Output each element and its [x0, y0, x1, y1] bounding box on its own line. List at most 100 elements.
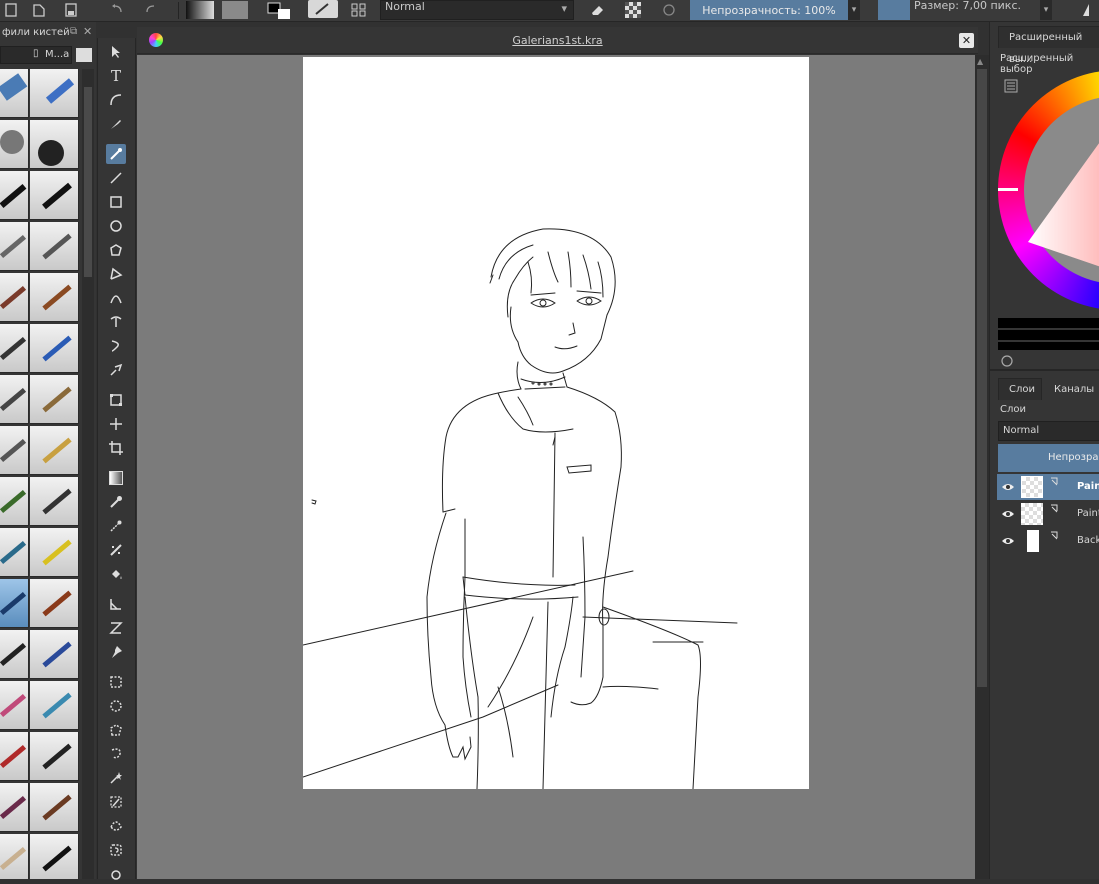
move-tool-icon[interactable] — [106, 414, 126, 434]
color-picker-tool-icon[interactable] — [106, 492, 126, 512]
brush-preset[interactable] — [30, 579, 79, 628]
visibility-eye-icon[interactable] — [1001, 480, 1015, 494]
visibility-eye-icon[interactable] — [1001, 534, 1015, 548]
pattern-selector-icon[interactable] — [220, 0, 250, 20]
undo-icon[interactable] — [108, 0, 126, 20]
tag-filter-select[interactable]: ▯ М...а — [0, 46, 72, 64]
color-wheel-selector[interactable] — [998, 70, 1099, 316]
gradient-tool-icon[interactable] — [106, 468, 126, 488]
rectangular-selection-icon[interactable] — [106, 672, 126, 692]
brush-preset[interactable] — [0, 273, 29, 322]
fill-tool-icon[interactable] — [106, 564, 126, 584]
open-document-icon[interactable] — [30, 0, 48, 20]
layer-opacity-slider[interactable]: Непрозрач — [998, 444, 1099, 472]
bezier-tool-icon[interactable] — [106, 288, 126, 308]
brush-preset[interactable] — [30, 783, 79, 832]
similar-selection-icon[interactable] — [106, 792, 126, 812]
size-spin-icon[interactable]: ▾ — [1040, 0, 1052, 20]
blend-mode-select[interactable]: Normal ▾ — [380, 0, 574, 20]
layer-blend-mode-select[interactable]: Normal — [998, 421, 1099, 441]
rectangle-tool-icon[interactable] — [106, 192, 126, 212]
edit-shapes-tool-icon[interactable] — [106, 90, 126, 110]
brush-preset[interactable] — [0, 630, 29, 679]
brush-preset[interactable] — [0, 375, 29, 424]
size-slider-fill[interactable] — [878, 0, 910, 20]
brush-preset[interactable] — [0, 834, 29, 879]
redo-icon[interactable] — [142, 0, 160, 20]
brush-preset[interactable] — [30, 120, 79, 169]
magnetic-selection-icon[interactable] — [106, 840, 126, 860]
canvas-paper[interactable] — [303, 57, 809, 789]
brush-preset[interactable] — [30, 732, 79, 781]
polyline-tool-icon[interactable] — [106, 264, 126, 284]
close-icon[interactable]: ✕ — [83, 25, 92, 38]
inherit-alpha-icon[interactable] — [1049, 503, 1061, 515]
freehand-path-tool-icon[interactable] — [106, 312, 126, 332]
line-tool-icon[interactable] — [106, 168, 126, 188]
brush-preset[interactable] — [30, 69, 79, 118]
brush-preset[interactable] — [0, 732, 29, 781]
color-common-bar[interactable] — [998, 330, 1099, 340]
brush-preset[interactable] — [30, 834, 79, 879]
opacity-spin-icon[interactable]: ▾ — [848, 0, 860, 20]
freehand-selection-icon[interactable] — [106, 744, 126, 764]
bezier-selection-icon[interactable] — [106, 816, 126, 836]
brush-preset-selected[interactable] — [0, 579, 29, 628]
ellipse-tool-icon[interactable] — [106, 216, 126, 236]
brush-preset[interactable] — [0, 171, 29, 220]
brush-preset[interactable] — [0, 783, 29, 832]
inherit-alpha-icon[interactable] — [1049, 476, 1061, 488]
reload-preset-icon[interactable] — [656, 0, 682, 20]
tab-layers[interactable]: Слои — [998, 378, 1042, 400]
brush-preset[interactable] — [0, 69, 29, 118]
scrollbar-thumb[interactable] — [977, 69, 987, 687]
brush-preset[interactable] — [0, 477, 29, 526]
zoom-tool-icon[interactable] — [106, 864, 126, 884]
tab-advanced-color-selector[interactable]: Расширенный вы... — [998, 26, 1099, 65]
brush-preset[interactable] — [30, 324, 79, 373]
layer-row[interactable]: Back — [997, 528, 1099, 554]
contiguous-selection-icon[interactable] — [106, 768, 126, 788]
close-document-icon[interactable]: ✕ — [959, 33, 974, 48]
reference-images-tool-icon[interactable] — [106, 642, 126, 662]
polygonal-selection-icon[interactable] — [106, 720, 126, 740]
refresh-icon[interactable] — [1000, 354, 1014, 368]
crop-tool-icon[interactable] — [106, 438, 126, 458]
layer-row[interactable]: Pain — [997, 474, 1099, 500]
brush-preset[interactable] — [30, 630, 79, 679]
layer-row[interactable]: Paint — [997, 501, 1099, 527]
assistant-tool-icon[interactable] — [106, 618, 126, 638]
brush-grid-scrollbar[interactable] — [82, 69, 94, 879]
colorize-mask-tool-icon[interactable] — [106, 516, 126, 536]
fg-bg-color-icon[interactable] — [262, 0, 294, 20]
brush-preset[interactable] — [30, 273, 79, 322]
float-icon[interactable]: ⧉ — [70, 26, 77, 37]
color-recent-bar[interactable] — [998, 342, 1099, 350]
smart-patch-tool-icon[interactable] — [106, 540, 126, 560]
color-history-bar[interactable] — [998, 318, 1099, 328]
save-icon[interactable] — [62, 0, 80, 20]
multibrush-tool-icon[interactable] — [106, 360, 126, 380]
eraser-mode-icon[interactable] — [584, 0, 610, 20]
text-tool-icon[interactable]: T — [106, 66, 126, 86]
inherit-alpha-icon[interactable] — [1049, 530, 1061, 542]
document-title[interactable]: Galerians1st.kra — [512, 34, 602, 47]
tab-channels[interactable]: Каналы — [1044, 379, 1099, 401]
brush-preset[interactable] — [0, 426, 29, 475]
brush-preset[interactable] — [30, 426, 79, 475]
brush-preset[interactable] — [0, 528, 29, 577]
brush-preset[interactable] — [0, 120, 29, 169]
calligraphy-tool-icon[interactable] — [106, 114, 126, 134]
opacity-slider[interactable]: Непрозрачность: 100% — [690, 0, 848, 20]
brush-preset[interactable] — [30, 477, 79, 526]
mirror-icon[interactable] — [1078, 0, 1099, 20]
edit-brush-settings-icon[interactable] — [346, 0, 372, 20]
freehand-brush-tool-icon[interactable] — [106, 144, 126, 164]
new-document-icon[interactable] — [2, 0, 20, 20]
brush-preset[interactable] — [30, 375, 79, 424]
size-slider[interactable]: Размер: 7,00 пикс. — [910, 0, 1038, 20]
brush-preset-icon[interactable] — [308, 0, 338, 18]
measure-tool-icon[interactable] — [106, 594, 126, 614]
polygon-tool-icon[interactable] — [106, 240, 126, 260]
view-options-icon[interactable] — [76, 48, 92, 62]
